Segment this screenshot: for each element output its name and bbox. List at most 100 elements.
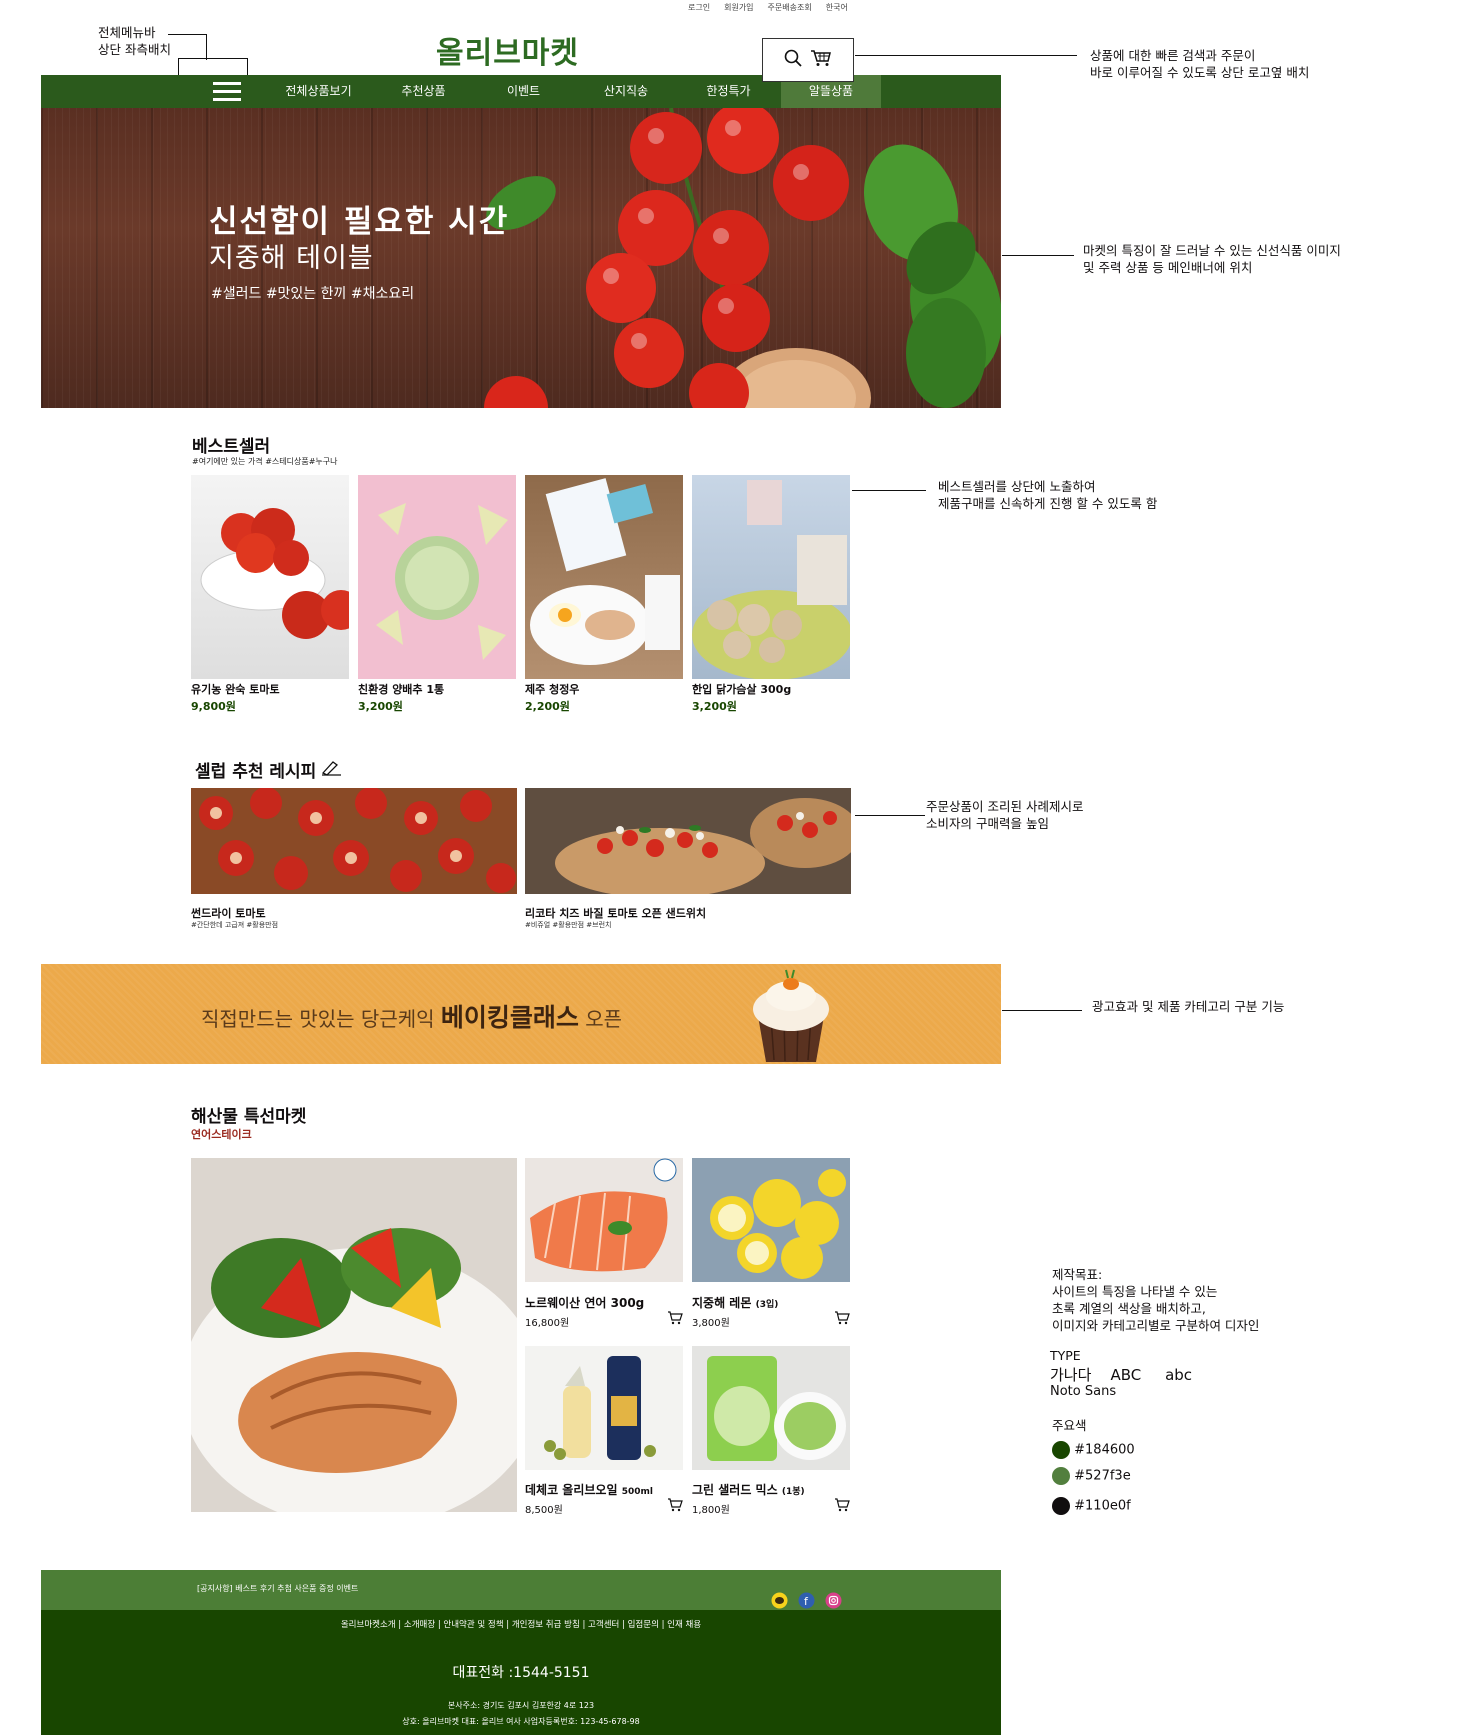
nav-item-all[interactable]: 전체상품보기 xyxy=(261,75,376,108)
product-name-text: 지중해 레몬 xyxy=(692,1296,752,1310)
nav-item-direct[interactable]: 산지직송 xyxy=(576,75,676,108)
product-price: 9,800원 xyxy=(191,700,236,713)
recipe-name[interactable]: 썬드라이 토마토 xyxy=(191,905,266,921)
footer: 올리브마켓소개 | 소개매장 | 안내약관 및 정책 | 개인정보 취급 방침 … xyxy=(41,1610,1001,1735)
footer-links[interactable]: 올리브마켓소개 | 소개매장 | 안내약관 및 정책 | 개인정보 취급 방침 … xyxy=(41,1618,1001,1630)
recipe-image[interactable] xyxy=(191,787,517,894)
product-image[interactable] xyxy=(692,1158,850,1282)
recipe-title: 셀럽 추천 레시피 xyxy=(195,757,342,782)
recipe-image[interactable] xyxy=(525,788,860,898)
annotation-recipe: 주문상품이 조리된 사례제시로 소비자의 구매력을 높임 xyxy=(926,799,1084,831)
product-image[interactable] xyxy=(191,475,361,679)
annotation-banner: 광고효과 및 제품 카테고리 구분 기능 xyxy=(1092,999,1285,1014)
product-image[interactable] xyxy=(525,475,683,679)
banner-highlight: 베이킹클래스 xyxy=(440,1003,579,1032)
callout-line xyxy=(852,490,926,491)
order-tracking-link[interactable]: 주문배송조회 xyxy=(768,2,812,13)
hero-title: 신선함이 필요한 시간 xyxy=(209,204,510,240)
recipe-title-text: 셀럽 추천 레시피 xyxy=(195,762,317,782)
hero-banner[interactable]: 신선함이 필요한 시간 지중해 테이블 #샐러드 #맛있는 한끼 #채소요리 xyxy=(41,108,1001,408)
product-image[interactable] xyxy=(525,1158,683,1282)
product-unit: 500ml xyxy=(621,1487,653,1497)
callout-line xyxy=(1002,255,1074,256)
color-label: #527f3e xyxy=(1074,1468,1131,1484)
color-swatch xyxy=(1052,1441,1070,1459)
footer-phone: 대표전화 :1544-5151 xyxy=(452,1665,590,1681)
nav-item-events[interactable]: 이벤트 xyxy=(471,75,576,108)
color-label: #110e0f xyxy=(1074,1498,1131,1514)
footer-address: 본사주소: 경기도 김포시 김포한강 4로 123 xyxy=(447,1701,595,1710)
annotation-goal: 제작목표: 사이트의 특징을 나타낼 수 있는 초록 계열의 색상을 배치하고,… xyxy=(1052,1267,1260,1333)
search-cart-box xyxy=(762,38,854,82)
add-to-cart-icon[interactable] xyxy=(667,1497,683,1516)
bestseller-subtitle: #여기에만 있는 가격 #스테디상품#누구나 xyxy=(192,457,338,466)
callout-line xyxy=(168,34,206,35)
product-name[interactable]: 노르웨이산 연어 300g xyxy=(525,1294,644,1311)
bestseller-title: 베스트셀러 xyxy=(192,437,271,457)
recipe-tags: #간단한데 고급져 #활용만점 xyxy=(191,921,279,929)
product-name-text: 데체코 올리브오일 xyxy=(525,1483,618,1497)
seafood-title: 해산물 특선마켓 xyxy=(191,1107,307,1127)
product-unit: (3입) xyxy=(755,1300,779,1310)
annotation-search: 상품에 대한 빠른 검색과 주문이 바로 이루어질 수 있도록 상단 로고옆 배… xyxy=(1090,48,1310,80)
search-icon[interactable] xyxy=(784,49,802,71)
product-image[interactable] xyxy=(692,475,852,680)
type-sample: 가나다 ABC abc xyxy=(1050,1366,1193,1384)
callout-line xyxy=(855,55,1077,56)
product-name[interactable]: 친환경 양배추 1통 xyxy=(358,681,444,697)
featured-dish-image[interactable] xyxy=(181,1158,541,1528)
utility-links: 로그인 회원가입 주문배송조회 한국어 xyxy=(688,2,848,13)
color-swatch-row: #184600 xyxy=(1052,1441,1135,1459)
add-to-cart-icon[interactable] xyxy=(667,1310,683,1329)
product-price: 1,800원 xyxy=(692,1505,730,1516)
product-price: 2,200원 xyxy=(525,700,570,713)
main-nav: 전체상품보기 추천상품 이벤트 산지직송 한정특가 알뜰상품 xyxy=(41,75,1001,108)
color-swatch xyxy=(1052,1497,1070,1515)
language-link[interactable]: 한국어 xyxy=(826,2,848,13)
nav-item-recommended[interactable]: 추천상품 xyxy=(376,75,471,108)
product-image[interactable] xyxy=(525,1346,683,1470)
product-name[interactable]: 제주 청정우 xyxy=(525,681,579,697)
pencil-icon xyxy=(320,758,342,781)
site-logo[interactable]: 올리브마켓 xyxy=(436,28,579,72)
footer-notice[interactable]: [공지사항] 베스트 후기 추첨 사은품 증정 이벤트 xyxy=(197,1583,358,1594)
product-price: 8,500원 xyxy=(525,1505,563,1516)
product-name[interactable]: 데체코 올리브오일 500ml xyxy=(525,1481,653,1498)
product-price: 3,800원 xyxy=(692,1318,730,1329)
recipe-tags: #비쥬얼 #활용만점 #브런치 xyxy=(525,921,612,929)
recipe-name[interactable]: 리코타 치즈 바질 토마토 오픈 샌드위치 xyxy=(525,905,706,921)
callout-line xyxy=(855,815,925,816)
product-name-text: 그린 샐러드 믹스 xyxy=(692,1483,778,1497)
hamburger-menu-icon[interactable] xyxy=(196,75,258,108)
hero-tags: #샐러드 #맛있는 한끼 #채소요리 xyxy=(211,286,415,302)
type-label: TYPE xyxy=(1050,1348,1081,1363)
footer-company: 상호: 올리브마켓 대표: 올리브 여사 사업자등록번호: 123-45-678… xyxy=(402,1717,640,1726)
banner-prefix: 직접만드는 맛있는 당근케익 xyxy=(201,1007,435,1031)
product-price: 16,800원 xyxy=(525,1318,570,1329)
annotation-bestseller: 베스트셀러를 상단에 노출하여 제품구매를 신속하게 진행 할 수 있도록 함 xyxy=(938,479,1158,511)
cupcake-image xyxy=(753,969,829,1062)
add-to-cart-icon[interactable] xyxy=(834,1497,850,1516)
product-unit: (1봉) xyxy=(781,1487,805,1497)
product-price: 3,200원 xyxy=(358,700,403,713)
product-image[interactable] xyxy=(358,475,516,679)
product-name[interactable]: 한입 닭가슴살 300g xyxy=(692,681,791,697)
banner-suffix: 오픈 xyxy=(585,1007,623,1031)
cart-icon[interactable] xyxy=(810,49,832,71)
baking-class-banner[interactable]: 직접만드는 맛있는 당근케익 베이킹클래스 오픈 xyxy=(41,964,1001,1064)
product-name[interactable]: 지중해 레몬 (3입) xyxy=(692,1294,778,1311)
color-swatch-row: #527f3e xyxy=(1052,1467,1131,1485)
callout-line xyxy=(1002,1010,1082,1011)
product-image[interactable] xyxy=(692,1346,850,1470)
color-swatch xyxy=(1052,1467,1070,1485)
add-to-cart-icon[interactable] xyxy=(834,1310,850,1329)
login-link[interactable]: 로그인 xyxy=(688,2,710,13)
banner-text: 직접만드는 맛있는 당근케익 베이킹클래스 오픈 xyxy=(201,998,622,1034)
color-label: #184600 xyxy=(1074,1442,1135,1458)
annotation-menu: 전체메뉴바 상단 좌측배치 xyxy=(98,25,171,57)
product-name[interactable]: 유기농 완숙 토마토 xyxy=(191,681,280,697)
product-name[interactable]: 그린 샐러드 믹스 (1봉) xyxy=(692,1481,805,1498)
seafood-subtitle: 연어스테이크 xyxy=(191,1128,252,1141)
color-swatch-row: #110e0f xyxy=(1052,1497,1131,1515)
signup-link[interactable]: 회원가입 xyxy=(724,2,753,13)
